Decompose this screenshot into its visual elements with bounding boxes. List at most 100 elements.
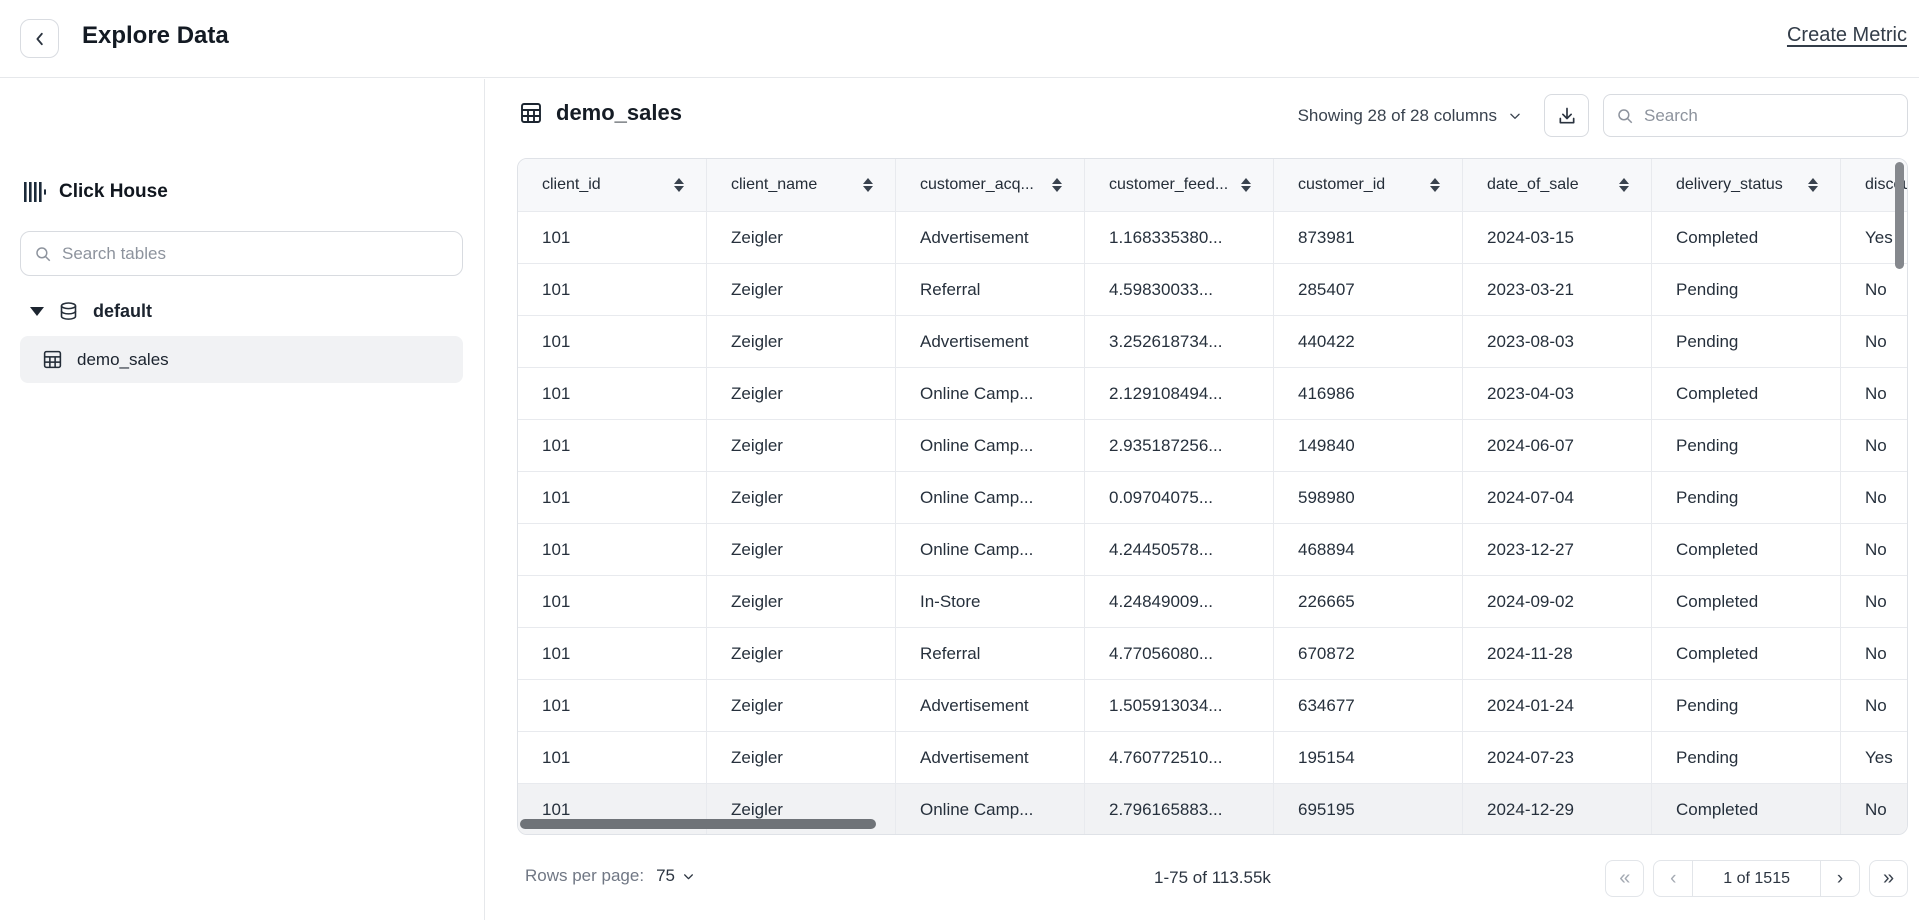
sort-icon[interactable] bbox=[863, 178, 873, 192]
table-cell: No bbox=[1841, 368, 1908, 419]
table-cell: 0.09704075... bbox=[1085, 472, 1274, 523]
last-page-button[interactable]: » bbox=[1869, 860, 1908, 897]
table-cell: Zeigler bbox=[707, 628, 896, 679]
table-cell: 101 bbox=[518, 264, 707, 315]
table-cell: No bbox=[1841, 316, 1908, 367]
first-page-button[interactable]: « bbox=[1605, 860, 1644, 897]
table-cell: Zeigler bbox=[707, 420, 896, 471]
grid-footer: Rows per page: 75 1-75 of 113.55k « ‹ 1 … bbox=[517, 858, 1908, 910]
sidebar-item-label: demo_sales bbox=[77, 350, 169, 370]
chevron-left-icon bbox=[31, 30, 49, 48]
columns-summary-label: Showing 28 of 28 columns bbox=[1298, 106, 1497, 126]
column-header-customer_acq[interactable]: customer_acq... bbox=[896, 159, 1085, 211]
table-cell: 598980 bbox=[1274, 472, 1463, 523]
next-page-button[interactable]: › bbox=[1820, 861, 1859, 896]
column-header-client_name[interactable]: client_name bbox=[707, 159, 896, 211]
table-cell: Completed bbox=[1652, 524, 1841, 575]
vertical-scrollbar[interactable] bbox=[1895, 162, 1904, 269]
table-cell: Zeigler bbox=[707, 524, 896, 575]
table-cell: 2.129108494... bbox=[1085, 368, 1274, 419]
table-cell: Advertisement bbox=[896, 316, 1085, 367]
table-cell: 195154 bbox=[1274, 732, 1463, 783]
table-cell: 2024-06-07 bbox=[1463, 420, 1652, 471]
table-cell: Pending bbox=[1652, 732, 1841, 783]
column-header-label: client_name bbox=[731, 176, 817, 194]
table-cell: No bbox=[1841, 524, 1908, 575]
table-cell: Zeigler bbox=[707, 368, 896, 419]
column-header-label: date_of_sale bbox=[1487, 176, 1579, 194]
table-row: 101ZeiglerOnline Camp...2.129108494...41… bbox=[518, 367, 1907, 419]
grid-search-input[interactable] bbox=[1644, 106, 1895, 126]
grid-search-box[interactable] bbox=[1603, 94, 1908, 137]
table-cell: Zeigler bbox=[707, 472, 896, 523]
table-cell: 2024-03-15 bbox=[1463, 212, 1652, 263]
search-icon bbox=[1616, 107, 1634, 125]
column-header-customer_id[interactable]: customer_id bbox=[1274, 159, 1463, 211]
table-cell: 226665 bbox=[1274, 576, 1463, 627]
top-header: Explore Data Create Metric bbox=[0, 0, 1919, 78]
table-row: 101ZeiglerAdvertisement1.168335380...873… bbox=[518, 211, 1907, 263]
prev-page-button[interactable]: ‹ bbox=[1654, 861, 1693, 896]
clickhouse-logo-icon bbox=[24, 181, 46, 203]
table-cell: No bbox=[1841, 784, 1908, 835]
table-row: 101ZeiglerOnline Camp...2.935187256...14… bbox=[518, 419, 1907, 471]
download-icon bbox=[1557, 106, 1577, 126]
database-icon bbox=[58, 301, 79, 322]
table-cell: No bbox=[1841, 576, 1908, 627]
sort-icon[interactable] bbox=[1808, 178, 1818, 192]
horizontal-scrollbar[interactable] bbox=[520, 819, 876, 829]
table-search-box[interactable] bbox=[20, 231, 463, 276]
table-grid-icon bbox=[519, 101, 543, 125]
sort-icon[interactable] bbox=[1052, 178, 1062, 192]
table-row: 101ZeiglerReferral4.59830033...285407202… bbox=[518, 263, 1907, 315]
page-indicator: 1 of 1515 bbox=[1693, 861, 1820, 896]
page-navigator: ‹ 1 of 1515 › bbox=[1653, 860, 1860, 897]
column-header-delivery_status[interactable]: delivery_status bbox=[1652, 159, 1841, 211]
sort-icon[interactable] bbox=[674, 178, 684, 192]
search-icon bbox=[34, 245, 52, 263]
table-cell: 695195 bbox=[1274, 784, 1463, 835]
table-cell: Advertisement bbox=[896, 732, 1085, 783]
table-row: 101ZeiglerAdvertisement3.252618734...440… bbox=[518, 315, 1907, 367]
pagination: « ‹ 1 of 1515 › » bbox=[1605, 860, 1908, 897]
schema-node-default[interactable]: default bbox=[30, 294, 152, 328]
grid-body: 101ZeiglerAdvertisement1.168335380...873… bbox=[518, 211, 1907, 835]
table-cell: 2024-11-28 bbox=[1463, 628, 1652, 679]
table-cell: No bbox=[1841, 680, 1908, 731]
table-search-input[interactable] bbox=[62, 244, 449, 264]
column-header-client_id[interactable]: client_id bbox=[518, 159, 707, 211]
datasource-row: Click House bbox=[24, 181, 168, 203]
table-cell: Pending bbox=[1652, 472, 1841, 523]
page-title: Explore Data bbox=[82, 22, 229, 50]
sort-icon[interactable] bbox=[1430, 178, 1440, 192]
sort-icon[interactable] bbox=[1619, 178, 1629, 192]
table-cell: Referral bbox=[896, 264, 1085, 315]
sort-icon[interactable] bbox=[1241, 178, 1251, 192]
table-cell: Online Camp... bbox=[896, 420, 1085, 471]
table-row: 101ZeiglerReferral4.77056080...670872202… bbox=[518, 627, 1907, 679]
table-cell: 1.168335380... bbox=[1085, 212, 1274, 263]
table-cell: 2023-03-21 bbox=[1463, 264, 1652, 315]
table-cell: 101 bbox=[518, 212, 707, 263]
toolbar-right: Showing 28 of 28 columns bbox=[1298, 94, 1908, 137]
table-cell: Completed bbox=[1652, 784, 1841, 835]
back-button[interactable] bbox=[20, 19, 59, 58]
caret-down-icon[interactable] bbox=[30, 307, 44, 316]
table-row: 101ZeiglerOnline Camp...4.24450578...468… bbox=[518, 523, 1907, 575]
table-cell: Advertisement bbox=[896, 212, 1085, 263]
sidebar-item-demo-sales[interactable]: demo_sales bbox=[20, 336, 463, 383]
table-cell: Online Camp... bbox=[896, 472, 1085, 523]
table-cell: Completed bbox=[1652, 212, 1841, 263]
table-cell: 2024-07-23 bbox=[1463, 732, 1652, 783]
create-metric-link[interactable]: Create Metric bbox=[1787, 24, 1907, 47]
download-button[interactable] bbox=[1544, 94, 1589, 137]
columns-visibility-dropdown[interactable]: Showing 28 of 28 columns bbox=[1298, 106, 1522, 126]
table-cell: 2023-08-03 bbox=[1463, 316, 1652, 367]
chevron-down-icon bbox=[1508, 109, 1522, 123]
column-header-date_of_sale[interactable]: date_of_sale bbox=[1463, 159, 1652, 211]
table-cell: Completed bbox=[1652, 576, 1841, 627]
column-header-customer_feed[interactable]: customer_feed... bbox=[1085, 159, 1274, 211]
table-cell: Advertisement bbox=[896, 680, 1085, 731]
table-cell: Zeigler bbox=[707, 212, 896, 263]
table-cell: 2.796165883... bbox=[1085, 784, 1274, 835]
